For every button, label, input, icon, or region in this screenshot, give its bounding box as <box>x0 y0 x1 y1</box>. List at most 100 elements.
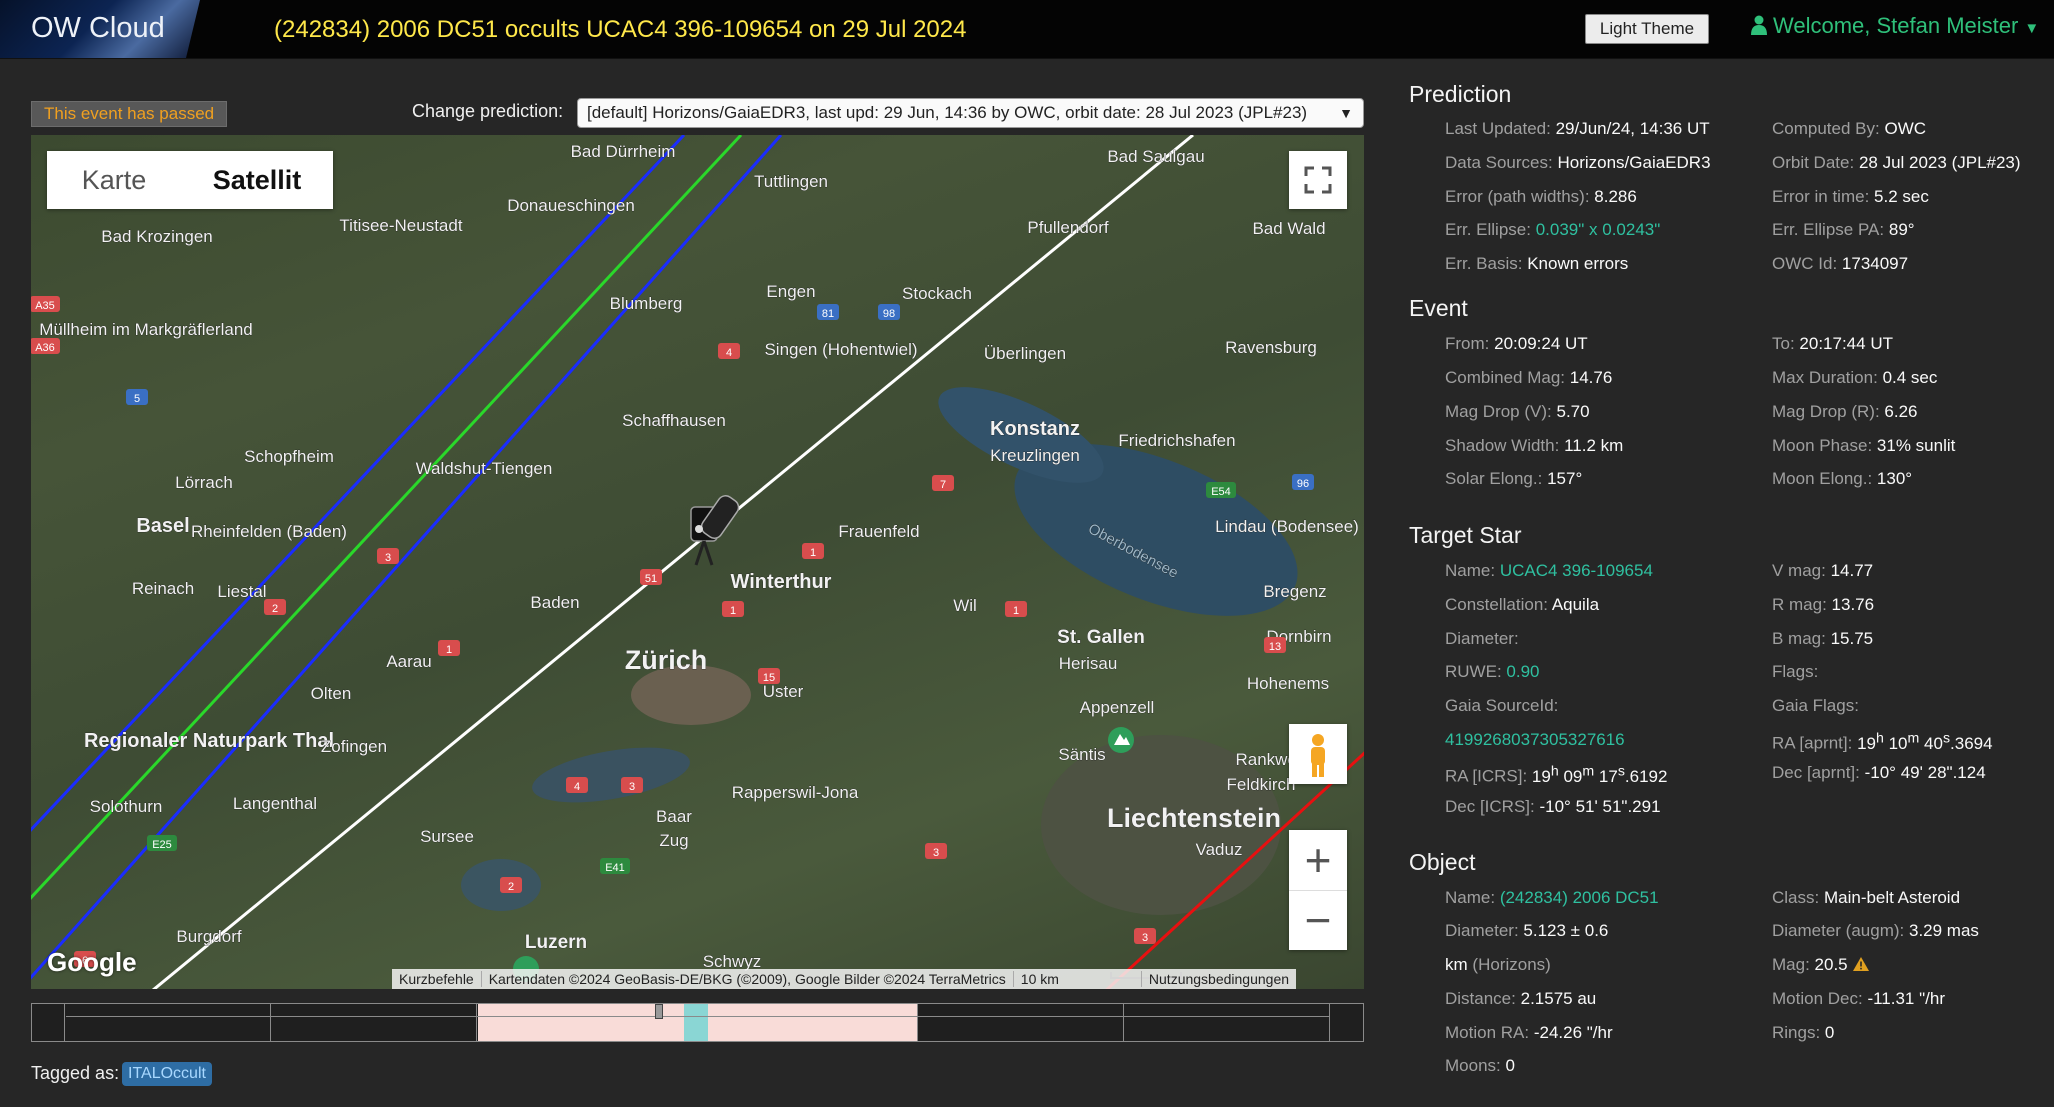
map-place-label: Titisee-Neustadt <box>339 216 462 235</box>
brand-logo[interactable]: OW Cloud <box>0 0 200 58</box>
warning-icon[interactable] <box>1852 956 1870 972</box>
svg-text:51: 51 <box>645 573 657 585</box>
road-shield: 3 <box>925 843 947 859</box>
light-theme-button[interactable]: Light Theme <box>1585 14 1709 44</box>
map-attribution-bar: Kurzbefehle Kartendaten ©2024 GeoBasis-DE… <box>392 969 1297 989</box>
prediction-section-title: Prediction <box>1409 81 1512 107</box>
class-row: Class: Main-belt Asteroid <box>1772 888 1961 907</box>
tagged-label: Tagged as: <box>31 1063 120 1083</box>
map-place-label: Rapperswil-Jona <box>732 783 859 802</box>
svg-text:A36: A36 <box>35 342 55 354</box>
brand-name[interactable]: OW Cloud <box>31 12 165 45</box>
svg-text:3: 3 <box>629 781 635 793</box>
map-type-karte-button[interactable]: Karte <box>47 151 181 209</box>
gaia-source-id-link[interactable]: 4199268037305327616 <box>1445 730 1625 749</box>
v-mag-row: V mag: 14.77 <box>1772 561 1874 580</box>
map-canvas[interactable]: Bad Dürrheim Tuttlingen Bad Saulgau Donaues… <box>31 135 1364 989</box>
map-view[interactable]: Bad Dürrheim Tuttlingen Bad Saulgau Donaues… <box>31 135 1364 989</box>
event-timeline[interactable] <box>31 1003 1364 1042</box>
page-title: (242834) 2006 DC51 occults UCAC4 396-109… <box>274 16 967 43</box>
road-shield: 4 <box>718 343 740 359</box>
orbit-date-row: Orbit Date: 28 Jul 2023 (JPL#23) <box>1772 153 2021 172</box>
rings-row: Rings: 0 <box>1772 1023 1835 1042</box>
ruwe-row: RUWE: 0.90 <box>1445 662 1540 681</box>
timeline-handle[interactable] <box>655 1004 663 1019</box>
map-place-label: Herisau <box>1059 654 1118 673</box>
owc-id-row: OWC Id: 1734097 <box>1772 254 1909 273</box>
fullscreen-button[interactable] <box>1289 151 1347 209</box>
zoom-out-button[interactable]: − <box>1289 890 1347 950</box>
shadow-width-row: Shadow Width: 11.2 km <box>1445 436 1624 455</box>
timeline-tick <box>270 1004 271 1041</box>
road-shield: E25 <box>147 835 177 851</box>
timeline-tick <box>917 1004 918 1041</box>
user-menu[interactable]: Welcome, Stefan Meister ▼ <box>1751 13 2039 39</box>
timeline-tick <box>1123 1004 1124 1041</box>
map-place-label: Singen (Hohentwiel) <box>764 340 917 359</box>
map-type-control: Karte Satellit <box>47 151 333 209</box>
path-white-center <box>151 135 1194 989</box>
map-place-label: Langenthal <box>233 794 317 813</box>
svg-text:7: 7 <box>940 479 946 491</box>
map-place-label: Überlingen <box>984 344 1066 363</box>
star-name-link[interactable]: UCAC4 396-109654 <box>1500 561 1653 580</box>
svg-text:5: 5 <box>134 393 140 405</box>
chevron-down-icon: ▼ <box>1339 105 1353 121</box>
object-name-link[interactable]: (242834) 2006 DC51 <box>1500 888 1659 907</box>
map-place-label: Sursee <box>420 827 474 846</box>
keyboard-shortcuts-link[interactable]: Kurzbefehle <box>392 971 481 987</box>
road-shield: 2 <box>500 877 522 893</box>
road-shield: 15 <box>758 668 780 684</box>
timeline-event-center <box>684 1004 708 1041</box>
scale-label[interactable]: 10 km <box>1012 971 1066 987</box>
map-place-label: Tuttlingen <box>754 172 828 191</box>
lake-zurich <box>532 747 690 803</box>
map-place-label: Wil <box>953 596 977 615</box>
timeline-tick <box>1329 1004 1330 1041</box>
svg-text:E25: E25 <box>152 839 172 851</box>
svg-text:E54: E54 <box>1211 486 1231 498</box>
dec-aprnt-row: Dec [aprnt]: -10° 49ʹ 28ʺ.124 <box>1772 763 1986 782</box>
svg-text:81: 81 <box>822 308 834 320</box>
top-bar: OW Cloud (242834) 2006 DC51 occults UCAC… <box>0 0 2054 59</box>
combined-mag-row: Combined Mag: 14.76 <box>1445 368 1613 387</box>
path-blue-south <box>31 135 783 980</box>
ra-icrs-row: RA [ICRS]: 19h 09m 17s.6192 <box>1445 763 1668 786</box>
moon-elong-row: Moon Elong.: 130° <box>1772 469 1913 488</box>
ruwe-link[interactable]: 0.90 <box>1506 662 1539 681</box>
road-shield: A35 <box>31 296 60 312</box>
gaia-flags-row: Gaia Flags: <box>1772 696 1859 715</box>
svg-text:A35: A35 <box>35 300 55 312</box>
observer-telescope-icon[interactable] <box>690 493 742 566</box>
road-shield: 1 <box>722 601 744 617</box>
map-place-label: Baar <box>656 807 692 826</box>
zoom-in-button[interactable]: + <box>1289 830 1347 891</box>
road-shield: 3 <box>377 548 399 564</box>
map-place-label: Feldkirch <box>1227 775 1296 794</box>
error-time-row: Error in time: 5.2 sec <box>1772 187 1929 206</box>
last-updated-row: Last Updated: 29/Jun/24, 14:36 UT <box>1445 119 1710 138</box>
mag-drop-v-row: Mag Drop (V): 5.70 <box>1445 402 1590 421</box>
street-view-pegman-button[interactable] <box>1289 724 1347 784</box>
map-type-satellite-button[interactable]: Satellit <box>181 151 333 209</box>
mountain-marker-icon[interactable] <box>1108 727 1134 753</box>
err-ellipse-link[interactable]: 0.039" x 0.0243" <box>1536 220 1661 239</box>
prediction-select[interactable]: [default] Horizons/GaiaEDR3, last upd: 2… <box>577 98 1364 128</box>
map-place-label: Konstanz <box>990 418 1080 440</box>
svg-text:1: 1 <box>446 644 452 656</box>
tag-badge[interactable]: ITALOccult <box>122 1062 212 1086</box>
map-place-label: Appenzell <box>1080 698 1155 717</box>
road-shield: 2 <box>264 599 286 615</box>
map-place-label: Ravensburg <box>1225 338 1317 357</box>
map-place-label: Pfullendorf <box>1027 218 1109 237</box>
map-place-label: Donaueschingen <box>507 196 635 215</box>
road-shield: 7 <box>932 475 954 491</box>
road-shield: 1 <box>1005 601 1027 617</box>
road-shield: 3 <box>621 777 643 793</box>
terms-link[interactable]: Nutzungsbedingungen <box>1140 971 1297 987</box>
svg-text:13: 13 <box>1269 641 1281 653</box>
flags-row: Flags: <box>1772 662 1819 681</box>
gaia-source-id-label-row: Gaia SourceId: <box>1445 696 1559 715</box>
map-place-label: Friedrichshafen <box>1118 431 1235 450</box>
svg-text:98: 98 <box>883 308 895 320</box>
